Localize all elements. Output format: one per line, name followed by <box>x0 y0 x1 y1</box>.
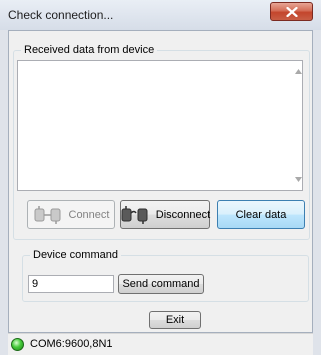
status-led-icon <box>11 338 24 351</box>
check-connection-window: Check connection... Received data from d… <box>0 0 321 355</box>
connection-status-text: COM6:9600,8N1 <box>30 338 113 350</box>
clear-data-label: Clear data <box>235 208 287 221</box>
connect-label: Connect <box>68 208 110 221</box>
disconnect-button[interactable]: Disconnect <box>120 200 210 229</box>
device-command-legend: Device command <box>30 248 121 262</box>
title-bar[interactable]: Check connection... <box>0 0 321 30</box>
disconnect-label: Disconnect <box>155 208 211 221</box>
clear-data-button[interactable]: Clear data <box>217 200 305 229</box>
exit-button[interactable]: Exit <box>149 311 201 329</box>
plug-connect-icon <box>33 205 65 224</box>
status-bar: COM6:9600,8N1 <box>8 333 313 355</box>
plug-disconnect-icon <box>120 205 152 224</box>
send-command-button[interactable]: Send command <box>118 274 204 294</box>
window-title: Check connection... <box>8 8 114 22</box>
received-data-legend: Received data from device <box>21 43 158 57</box>
received-data-textarea[interactable] <box>17 60 303 191</box>
close-button[interactable] <box>270 2 313 21</box>
exit-label: Exit <box>165 314 185 326</box>
close-icon <box>285 6 298 17</box>
device-command-input[interactable] <box>28 275 114 293</box>
send-command-label: Send command <box>122 278 200 290</box>
connect-button[interactable]: Connect <box>27 200 115 229</box>
